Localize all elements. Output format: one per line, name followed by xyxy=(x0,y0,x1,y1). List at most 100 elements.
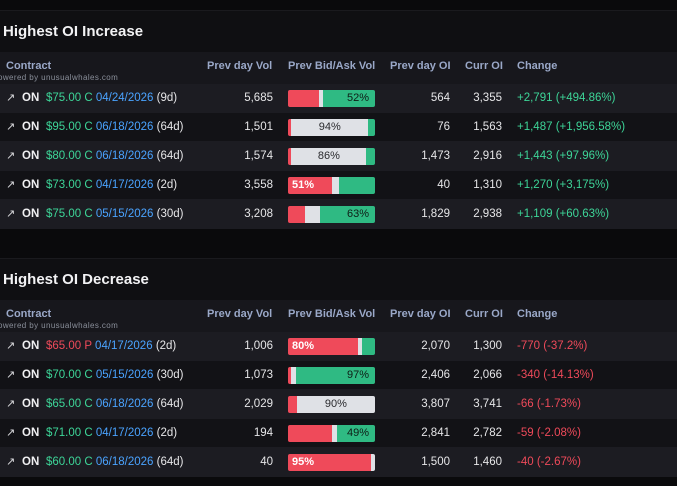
table-row[interactable]: ↗ ON $60.00 C 06/18/2026 (64d) 40 95% 1,500 1,… xyxy=(0,448,677,477)
bid-ask-volume-bar: 52% xyxy=(288,90,375,107)
col-contract[interactable]: Contract xyxy=(6,308,51,320)
current-oi: 2,916 xyxy=(473,150,502,162)
contract-description[interactable]: $60.00 C 06/18/2026 (64d) xyxy=(46,456,184,468)
col-curr-oi[interactable]: Curr OI xyxy=(465,60,503,72)
strike-price: $95.00 C xyxy=(46,121,93,133)
bid-ask-percent-label: 80% xyxy=(292,340,315,352)
days-to-expiry: (64d) xyxy=(156,456,184,468)
table-body: ↗ ON $65.00 P 04/17/2026 (2d) 1,006 80% 2,070… xyxy=(0,332,677,477)
prev-day-volume: 1,073 xyxy=(244,369,273,381)
table-row[interactable]: ↗ ON $75.00 C 05/15/2026 (30d) 3,208 63% 1,82… xyxy=(0,200,677,229)
col-change[interactable]: Change xyxy=(517,60,557,72)
col-prev-oi[interactable]: Prev day OI xyxy=(390,308,451,320)
external-link-arrow-icon[interactable]: ↗ xyxy=(6,455,15,468)
oi-change: -40 (-2.67%) xyxy=(517,456,581,468)
table-row[interactable]: ↗ ON $71.00 C 04/17/2026 (2d) 194 49% 2,841 2,… xyxy=(0,419,677,448)
ticker-symbol[interactable]: ON xyxy=(22,150,39,162)
contract-description[interactable]: $73.00 C 04/17/2026 (2d) xyxy=(46,179,177,191)
table-row[interactable]: ↗ ON $75.00 C 04/24/2026 (9d) 5,685 52% 564 3,… xyxy=(0,84,677,113)
table-row[interactable]: ↗ ON $65.00 C 06/18/2026 (64d) 2,029 90% 3,80… xyxy=(0,390,677,419)
ticker-symbol[interactable]: ON xyxy=(22,208,39,220)
bid-ask-percent-label: 97% xyxy=(346,369,369,381)
current-oi: 1,563 xyxy=(473,121,502,133)
bid-ask-volume-bar: 90% xyxy=(288,396,375,413)
external-link-arrow-icon[interactable]: ↗ xyxy=(6,178,15,191)
external-link-arrow-icon[interactable]: ↗ xyxy=(6,149,15,162)
external-link-arrow-icon[interactable]: ↗ xyxy=(6,91,15,104)
bid-volume-segment xyxy=(288,206,305,223)
bid-ask-percent-label: 90% xyxy=(324,398,347,410)
strike-price: $65.00 P xyxy=(46,340,92,352)
days-to-expiry: (64d) xyxy=(156,121,184,133)
expiry-date: 06/18/2026 xyxy=(95,150,154,162)
bid-ask-percent-label: 63% xyxy=(346,208,369,220)
table-row[interactable]: ↗ ON $73.00 C 04/17/2026 (2d) 3,558 51% 40 1,3… xyxy=(0,171,677,200)
col-change[interactable]: Change xyxy=(517,308,557,320)
expiry-date: 04/17/2026 xyxy=(95,427,154,439)
contract-description[interactable]: $80.00 C 06/18/2026 (64d) xyxy=(46,150,184,162)
external-link-arrow-icon[interactable]: ↗ xyxy=(6,397,15,410)
oi-change: +1,443 (+97.96%) xyxy=(517,150,610,162)
external-link-arrow-icon[interactable]: ↗ xyxy=(6,426,15,439)
current-oi: 3,355 xyxy=(473,92,502,104)
days-to-expiry: (64d) xyxy=(156,398,184,410)
contract-description[interactable]: $95.00 C 06/18/2026 (64d) xyxy=(46,121,184,133)
bid-volume-segment xyxy=(288,396,297,413)
prev-day-volume: 2,029 xyxy=(244,398,273,410)
contract-description[interactable]: $65.00 C 06/18/2026 (64d) xyxy=(46,398,184,410)
current-oi: 1,300 xyxy=(473,340,502,352)
bid-ask-volume-bar: 94% xyxy=(288,119,375,136)
table-body: ↗ ON $75.00 C 04/24/2026 (9d) 5,685 52% 564 3,… xyxy=(0,84,677,229)
contract-description[interactable]: $70.00 C 05/15/2026 (30d) xyxy=(46,369,184,381)
oi-change: -340 (-14.13%) xyxy=(517,369,594,381)
external-link-arrow-icon[interactable]: ↗ xyxy=(6,339,15,352)
prev-day-volume: 3,208 xyxy=(244,208,273,220)
strike-price: $75.00 C xyxy=(46,92,93,104)
days-to-expiry: (2d) xyxy=(156,427,178,439)
ticker-symbol[interactable]: ON xyxy=(22,121,39,133)
contract-description[interactable]: $65.00 P 04/17/2026 (2d) xyxy=(46,340,176,352)
external-link-arrow-icon[interactable]: ↗ xyxy=(6,368,15,381)
prev-day-volume: 3,558 xyxy=(244,179,273,191)
prev-day-volume: 1,501 xyxy=(244,121,273,133)
table-row[interactable]: ↗ ON $70.00 C 05/15/2026 (30d) 1,073 97% 2,40… xyxy=(0,361,677,390)
mid-volume-segment xyxy=(370,454,375,471)
ticker-symbol[interactable]: ON xyxy=(22,179,39,191)
table-row[interactable]: ↗ ON $80.00 C 06/18/2026 (64d) 1,574 86% 1,47… xyxy=(0,142,677,171)
ticker-symbol[interactable]: ON xyxy=(22,340,39,352)
ticker-symbol[interactable]: ON xyxy=(22,369,39,381)
col-prev-vol[interactable]: Prev day Vol xyxy=(207,60,272,72)
contract-description[interactable]: $71.00 C 04/17/2026 (2d) xyxy=(46,427,177,439)
contract-description[interactable]: $75.00 C 05/15/2026 (30d) xyxy=(46,208,184,220)
watermark[interactable]: owered by unusualwhales.com xyxy=(0,73,118,82)
ticker-symbol[interactable]: ON xyxy=(22,398,39,410)
strike-price: $70.00 C xyxy=(46,369,93,381)
col-prev-oi[interactable]: Prev day OI xyxy=(390,60,451,72)
col-contract[interactable]: Contract xyxy=(6,60,51,72)
bid-ask-volume-bar: 51% xyxy=(288,177,375,194)
external-link-arrow-icon[interactable]: ↗ xyxy=(6,207,15,220)
col-bid-ask[interactable]: Prev Bid/Ask Vol xyxy=(288,308,375,320)
expiry-date: 04/24/2026 xyxy=(95,92,154,104)
oi-decrease-section: Highest OI Decrease Contract owered by u… xyxy=(0,258,677,477)
table-header: Contract owered by unusualwhales.com Pre… xyxy=(0,52,677,84)
prev-day-volume: 194 xyxy=(253,427,273,439)
col-curr-oi[interactable]: Curr OI xyxy=(465,308,503,320)
col-bid-ask[interactable]: Prev Bid/Ask Vol xyxy=(288,60,375,72)
table-row[interactable]: ↗ ON $95.00 C 06/18/2026 (64d) 1,501 94% 76 1,… xyxy=(0,113,677,142)
external-link-arrow-icon[interactable]: ↗ xyxy=(6,120,15,133)
ticker-symbol[interactable]: ON xyxy=(22,456,39,468)
table-row[interactable]: ↗ ON $65.00 P 04/17/2026 (2d) 1,006 80% 2,070… xyxy=(0,332,677,361)
prev-day-oi: 2,406 xyxy=(421,369,450,381)
contract-description[interactable]: $75.00 C 04/24/2026 (9d) xyxy=(46,92,177,104)
ticker-symbol[interactable]: ON xyxy=(22,92,39,104)
ticker-symbol[interactable]: ON xyxy=(22,427,39,439)
col-prev-vol[interactable]: Prev day Vol xyxy=(207,308,272,320)
expiry-date: 04/17/2026 xyxy=(95,179,154,191)
bid-ask-volume-bar: 97% xyxy=(288,367,375,384)
prev-day-volume: 40 xyxy=(260,456,273,468)
days-to-expiry: (30d) xyxy=(156,369,184,381)
watermark[interactable]: owered by unusualwhales.com xyxy=(0,321,118,330)
bid-ask-percent-label: 52% xyxy=(346,92,369,104)
oi-change: +1,109 (+60.63%) xyxy=(517,208,610,220)
